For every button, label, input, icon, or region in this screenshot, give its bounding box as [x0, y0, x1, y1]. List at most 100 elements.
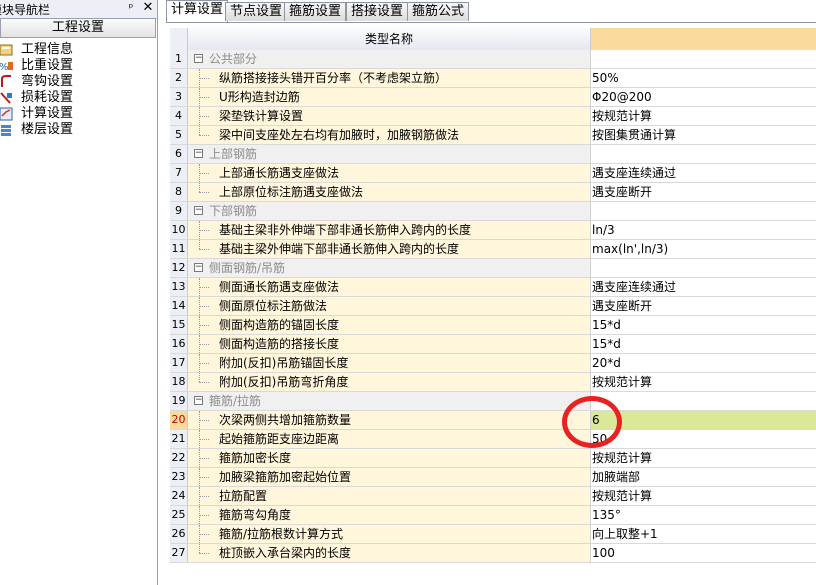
- value-cell[interactable]: 6: [591, 411, 816, 429]
- row-label: 侧面原位标注筋做法: [219, 299, 328, 313]
- row-number: 20: [170, 411, 188, 429]
- value-cell[interactable]: 按规范计算: [591, 373, 816, 391]
- table-row[interactable]: 8 上部原位标注筋遇支座做法 遇支座断开: [170, 183, 816, 202]
- collapse-icon[interactable]: −: [194, 263, 203, 272]
- name-cell: 桩顶嵌入承台梁内的长度: [188, 544, 591, 562]
- row-label: 上部钢筋: [209, 147, 258, 161]
- nav-list: 工程信息% 比重设置弯钩设置损耗设置计算设置楼层设置: [0, 42, 156, 138]
- row-label: 次梁两侧共增加箍筋数量: [219, 413, 352, 427]
- table-row[interactable]: 22 箍筋加密长度 按规范计算: [170, 449, 816, 468]
- table-row[interactable]: 26 箍筋/拉筋根数计算方式 向上取整+1: [170, 525, 816, 544]
- tree-branch: [199, 173, 209, 174]
- tree-branch: [199, 287, 209, 288]
- value-cell[interactable]: Φ20@200: [591, 88, 816, 106]
- collapse-icon[interactable]: −: [194, 54, 203, 63]
- row-number: 25: [170, 506, 188, 524]
- table-row[interactable]: 16 侧面构造筋的搭接长度 15*d: [170, 335, 816, 354]
- value-cell[interactable]: 50%: [591, 69, 816, 87]
- grid-rows: 1− 公共部分 2 纵筋搭接接头错开百分率（不考虑架立筋） 50% 3 U形构造封边筋 Φ20…: [170, 50, 816, 563]
- nav-item[interactable]: 楼层设置: [0, 122, 156, 138]
- group-row[interactable]: 1− 公共部分: [170, 50, 816, 69]
- row-number: 2: [170, 69, 188, 87]
- table-row[interactable]: 21 起始箍筋距支座边距离 50: [170, 430, 816, 449]
- pin-icon[interactable]: ᵖ: [125, 1, 137, 15]
- value-cell[interactable]: 135°: [591, 506, 816, 524]
- table-row[interactable]: 15 侧面构造筋的锚固长度 15*d: [170, 316, 816, 335]
- table-row[interactable]: 23 加腋梁箍筋加密起始位置 加腋端部: [170, 468, 816, 487]
- nav-item[interactable]: 计算设置: [0, 106, 156, 122]
- value-cell[interactable]: 50: [591, 430, 816, 448]
- tree-branch: [199, 116, 209, 117]
- nav-item[interactable]: 弯钩设置: [0, 74, 156, 90]
- tree-line: [199, 373, 201, 382]
- value-column-header[interactable]: [591, 28, 816, 50]
- row-number-header: [170, 28, 188, 50]
- table-row[interactable]: 11 基础主梁外伸端下部非通长筋伸入跨内的长度 max(ln',ln/3): [170, 240, 816, 259]
- table-row[interactable]: 3 U形构造封边筋 Φ20@200: [170, 88, 816, 107]
- value-cell[interactable]: 按规范计算: [591, 449, 816, 467]
- tab-1[interactable]: 计算设置: [166, 0, 229, 22]
- table-row[interactable]: 7 上部通长筋遇支座做法 遇支座连续通过: [170, 164, 816, 183]
- name-cell: 侧面通长筋遇支座做法: [188, 278, 591, 296]
- collapse-icon[interactable]: −: [194, 149, 203, 158]
- table-row[interactable]: 24 拉筋配置 按规范计算: [170, 487, 816, 506]
- table-row[interactable]: 5 梁中间支座处左右均有加腋时，加腋钢筋做法 按图集贯通计算: [170, 126, 816, 145]
- name-column-header[interactable]: 类型名称: [188, 28, 591, 50]
- group-row[interactable]: 9− 下部钢筋: [170, 202, 816, 221]
- row-number: 7: [170, 164, 188, 182]
- table-row[interactable]: 4 梁垫铁计算设置 按规范计算: [170, 107, 816, 126]
- tab-4[interactable]: 搭接设置: [346, 2, 409, 21]
- name-cell: 上部原位标注筋遇支座做法: [188, 183, 591, 201]
- table-row[interactable]: 25 箍筋弯勾角度 135°: [170, 506, 816, 525]
- row-number: 15: [170, 316, 188, 334]
- value-cell[interactable]: 遇支座连续通过: [591, 164, 816, 182]
- value-cell[interactable]: 15*d: [591, 335, 816, 353]
- table-row[interactable]: 13 侧面通长筋遇支座做法 遇支座连续通过: [170, 278, 816, 297]
- value-cell[interactable]: 15*d: [591, 316, 816, 334]
- table-row[interactable]: 17 附加(反扣)吊筋锚固长度 20*d: [170, 354, 816, 373]
- value-cell[interactable]: 按图集贯通计算: [591, 126, 816, 144]
- row-label: 基础主梁外伸端下部非通长筋伸入跨内的长度: [219, 242, 460, 256]
- tree-line: [199, 240, 201, 249]
- table-row[interactable]: 14 侧面原位标注筋做法 遇支座断开: [170, 297, 816, 316]
- group-row[interactable]: 12− 侧面钢筋/吊筋: [170, 259, 816, 278]
- table-row[interactable]: 18 附加(反扣)吊筋弯折角度 按规范计算: [170, 373, 816, 392]
- table-row[interactable]: 27 桩顶嵌入承台梁内的长度 100: [170, 544, 816, 563]
- name-cell: 侧面构造筋的搭接长度: [188, 335, 591, 353]
- table-row[interactable]: 20 次梁两侧共增加箍筋数量 6: [170, 411, 816, 430]
- nav-item-label: 工程信息: [21, 42, 74, 57]
- group-name-cell: − 侧面钢筋/吊筋: [188, 259, 591, 277]
- name-cell: 上部通长筋遇支座做法: [188, 164, 591, 182]
- table-row[interactable]: 10 基础主梁非外伸端下部非通长筋伸入跨内的长度 ln/3: [170, 221, 816, 240]
- value-cell[interactable]: 按规范计算: [591, 107, 816, 125]
- tree-branch: [199, 363, 209, 364]
- collapse-icon[interactable]: −: [194, 206, 203, 215]
- nav-item[interactable]: 损耗设置: [0, 90, 156, 106]
- value-cell[interactable]: 遇支座断开: [591, 183, 816, 201]
- close-icon[interactable]: ✕: [142, 1, 154, 15]
- value-cell[interactable]: 按规范计算: [591, 487, 816, 505]
- tab-2[interactable]: 节点设置: [225, 2, 288, 21]
- value-cell[interactable]: 遇支座连续通过: [591, 278, 816, 296]
- group-row[interactable]: 19− 箍筋/拉筋: [170, 392, 816, 411]
- tab-5[interactable]: 箍筋公式: [407, 2, 470, 21]
- row-number: 18: [170, 373, 188, 391]
- nav-item[interactable]: 工程信息: [0, 42, 156, 58]
- collapse-icon[interactable]: −: [194, 396, 203, 405]
- value-cell[interactable]: 向上取整+1: [591, 525, 816, 543]
- value-cell[interactable]: 100: [591, 544, 816, 562]
- name-cell: 梁中间支座处左右均有加腋时，加腋钢筋做法: [188, 126, 591, 144]
- tree-branch: [199, 230, 209, 231]
- nav-tab-project-settings[interactable]: 工程设置: [0, 18, 156, 38]
- value-cell[interactable]: 遇支座断开: [591, 297, 816, 315]
- value-cell[interactable]: 加腋端部: [591, 468, 816, 486]
- value-cell[interactable]: 20*d: [591, 354, 816, 372]
- row-label: 拉筋配置: [219, 489, 268, 503]
- nav-item[interactable]: % 比重设置: [0, 58, 156, 74]
- table-row[interactable]: 2 纵筋搭接接头错开百分率（不考虑架立筋） 50%: [170, 69, 816, 88]
- row-label: 桩顶嵌入承台梁内的长度: [219, 546, 352, 560]
- tab-3[interactable]: 箍筋设置: [284, 2, 347, 21]
- value-cell[interactable]: max(ln',ln/3): [591, 240, 816, 258]
- group-row[interactable]: 6− 上部钢筋: [170, 145, 816, 164]
- value-cell[interactable]: ln/3: [591, 221, 816, 239]
